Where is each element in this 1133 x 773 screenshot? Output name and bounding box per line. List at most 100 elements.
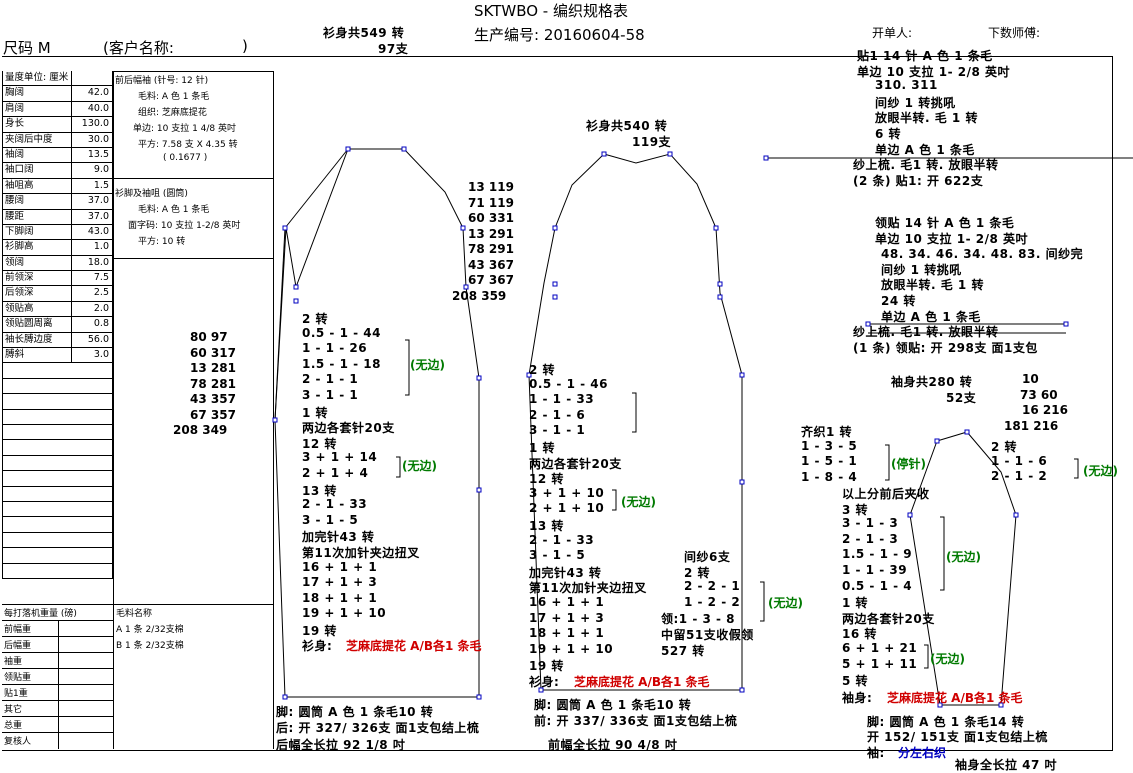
- front-fabric-label: 衫身:: [529, 675, 560, 689]
- neck-step: 中留51支收假领: [661, 628, 754, 642]
- step-line: 17 + 1 + 3: [529, 610, 605, 625]
- front-length: 前幅全长拉 90 4/8 吋: [548, 738, 678, 752]
- step-line: 18 + 1 + 1: [302, 590, 378, 605]
- step-line: 2 转: [529, 363, 556, 377]
- back-no-edge-2: (无边): [402, 459, 437, 473]
- trim-line: 间纱 1 转挑吼: [875, 95, 956, 110]
- collar-line: 放眼半转. 毛 1 转: [881, 278, 984, 293]
- sleeve-step: 3 转: [842, 502, 869, 517]
- step-line: 2 + 1 + 10: [529, 501, 605, 516]
- front-fabric: 芝麻底提花 A/B各1 条毛: [574, 675, 710, 689]
- sleeve-no-edge-2: (无边): [946, 550, 981, 564]
- collar-line: 纱上梳. 毛1 转. 放眼半转: [853, 325, 999, 340]
- stitch-row: 43 367: [468, 257, 514, 272]
- step-line: 1.5 - 1 - 18: [302, 356, 381, 371]
- step-line: 0.5 - 1 - 44: [302, 325, 381, 340]
- step-line: 19 转: [529, 659, 564, 674]
- step-line: 18 + 1 + 1: [529, 626, 605, 641]
- stitch-row: 16 216: [1022, 403, 1068, 417]
- sleeve-step: 16 转: [842, 627, 877, 642]
- step-line: 12 转: [302, 436, 337, 451]
- step-line: 2 - 1 - 33: [302, 497, 368, 512]
- top-step: 2 - 1 - 2: [991, 469, 1048, 484]
- collar-line: (1 条) 领贴: 开 298支 面1支包: [853, 340, 1038, 355]
- step-line: 3 + 1 + 14: [302, 450, 378, 465]
- step-line: 16 + 1 + 1: [529, 595, 605, 609]
- stitch-row: 71 119: [468, 195, 514, 210]
- step-line: 13 转: [529, 519, 564, 533]
- collar-line: 24 转: [881, 294, 916, 308]
- stitch-row: 60 331: [468, 211, 514, 225]
- sleeve-step: 1.5 - 1 - 9: [842, 547, 913, 562]
- collar-line: 单边 A 色 1 条毛: [881, 309, 981, 324]
- sleeve-step: 5 转: [842, 674, 869, 689]
- step-line: 3 - 1 - 1: [302, 388, 359, 402]
- front-total-turns: 衫身共540 转: [586, 119, 668, 133]
- step-line: 1 转: [302, 405, 329, 420]
- step-line: 19 + 1 + 10: [302, 606, 387, 621]
- cap-step: 1 - 8 - 4: [801, 469, 858, 484]
- trim-line: 6 转: [875, 127, 902, 141]
- sleeve-step: 6 + 1 + 21: [842, 641, 918, 655]
- trim-line: (2 条) 贴1: 开 622支: [853, 173, 984, 188]
- step-line: 1 - 1 - 26: [302, 341, 368, 356]
- back-foot: 脚: 圆筒 A 色 1 条毛10 转: [276, 705, 434, 719]
- cap-step: 1 - 3 - 5: [801, 438, 858, 453]
- cap-step: 1 - 5 - 1: [801, 454, 858, 469]
- sleeve-no-edge-1: (无边): [1083, 464, 1118, 478]
- trim-line: 单边 10 支拉 1- 2/8 英吋: [857, 64, 1011, 79]
- step-line: 3 - 1 - 1: [529, 423, 586, 438]
- neck-step: 527 转: [661, 643, 705, 658]
- step-line: 1 转: [529, 441, 556, 455]
- back-fabric: 芝麻底提花 A/B各1 条毛: [346, 639, 482, 653]
- neck-step: 2 - 2 - 1: [684, 579, 741, 594]
- sleeve-length: 袖身全长拉 47 吋: [955, 758, 1058, 772]
- stitch-row: 208 359: [452, 288, 507, 303]
- sleeve-total-turns: 袖身共280 转: [891, 375, 973, 389]
- stitch-row: 10: [1022, 372, 1039, 386]
- front-open: 前: 开 337/ 336支 面1支包结上梳: [534, 714, 738, 728]
- front-no-edge-3: (无边): [768, 596, 803, 610]
- sleeve-open: 开 152/ 151支 面1支包结上梳: [867, 730, 1048, 744]
- top-step: 1 - 1 - 6: [991, 453, 1048, 468]
- cap-step: 齐织1 转: [801, 425, 853, 439]
- sleeve-step: 1 - 1 - 39: [842, 563, 908, 577]
- back-open: 后: 开 327/ 326支 面1支包结上梳: [276, 721, 480, 735]
- step-line: 两边各套针20支: [302, 421, 395, 436]
- step-line: 第11次加针夹边扭叉: [302, 546, 420, 560]
- stitch-row: 67 367: [468, 273, 514, 287]
- step-line: 3 + 1 + 10: [529, 485, 605, 500]
- sleeve-side-label: 袖:: [867, 746, 885, 760]
- front-foot: 脚: 圆筒 A 色 1 条毛10 转: [534, 698, 692, 712]
- stitch-row: 181 216: [1004, 418, 1059, 433]
- step-line: 0.5 - 1 - 46: [529, 376, 608, 391]
- step-line: 19 + 1 + 10: [529, 641, 614, 656]
- step-line: 2 转: [302, 312, 329, 326]
- front-total-stitches: 119支: [632, 135, 672, 149]
- sleeve-step: 3 - 1 - 3: [842, 516, 899, 531]
- step-line: 3 - 1 - 5: [529, 548, 586, 563]
- back-no-edge-1: (无边): [410, 358, 445, 372]
- sleeve-total-stitches: 52支: [946, 391, 977, 405]
- step-line: 2 - 1 - 1: [302, 372, 359, 387]
- step-line: 加完针43 转: [529, 565, 602, 580]
- neck-step: 间纱6支: [684, 550, 731, 564]
- sleeve-step: 1 转: [842, 596, 869, 611]
- trim-line: 310. 311: [875, 78, 938, 93]
- sleeve-fabric: 芝麻底提花 A/B各1 条毛: [887, 691, 1023, 705]
- collar-line: 间纱 1 转挑吼: [881, 262, 962, 277]
- sleeve-no-edge-3: (无边): [930, 652, 965, 666]
- step-line: 加完针43 转: [302, 530, 375, 545]
- stitch-row: 13 291: [468, 226, 514, 241]
- step-line: 两边各套针20支: [529, 456, 622, 471]
- stitch-row: 78 291: [468, 242, 514, 256]
- trim-line: 单边 A 色 1 条毛: [875, 142, 975, 157]
- step-line: 13 转: [302, 483, 337, 498]
- sleeve-step: 2 - 1 - 3: [842, 531, 899, 546]
- neck-step: 2 转: [684, 565, 711, 580]
- step-line: 16 + 1 + 1: [302, 559, 378, 574]
- sleeve-step: 两边各套针20支: [842, 611, 935, 626]
- trim-line: 放眼半转. 毛 1 转: [875, 111, 978, 126]
- trim-line: 纱上梳. 毛1 转. 放眼半转: [853, 158, 999, 173]
- front-no-edge-2: (无边): [621, 495, 656, 509]
